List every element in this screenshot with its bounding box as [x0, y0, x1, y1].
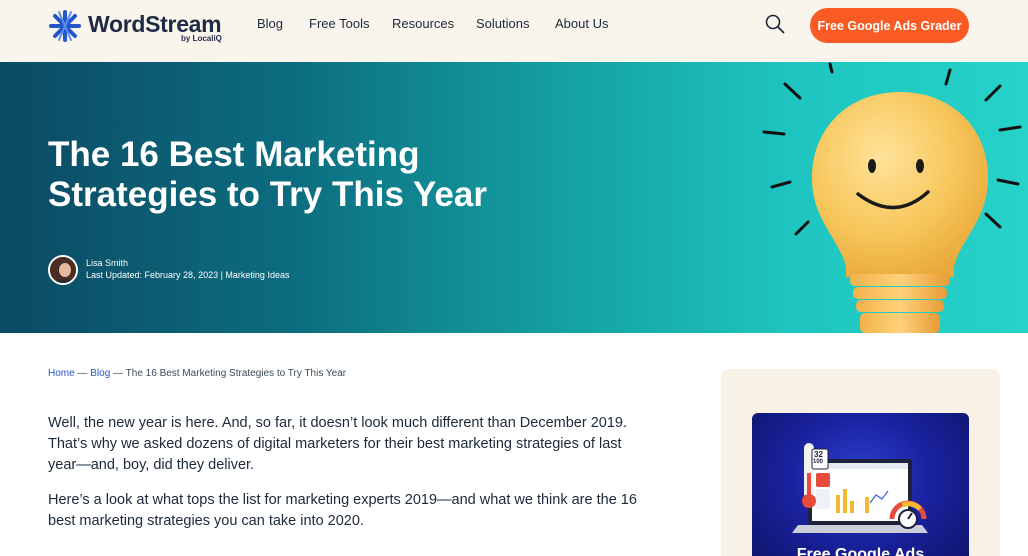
promo-score: 32	[814, 450, 823, 459]
breadcrumb-separator: —	[74, 368, 91, 379]
page-title: The 16 Best Marketing Strategies to Try …	[48, 135, 487, 214]
logo-subtext: by LocaliQ	[181, 34, 222, 43]
nav-resources[interactable]: Resources	[392, 16, 454, 31]
breadcrumb-blog[interactable]: Blog	[90, 368, 110, 379]
logo[interactable]: WordStream by LocaliQ	[48, 9, 228, 45]
author-name[interactable]: Lisa Smith	[86, 258, 128, 268]
promo-title: Free Google Ads	[796, 546, 925, 556]
hero-banner: The 16 Best Marketing Strategies to Try …	[0, 62, 1028, 333]
search-button[interactable]	[764, 13, 786, 35]
article-meta: Last Updated: February 28, 2023 | Market…	[86, 270, 290, 280]
promo-score-total: 100	[813, 459, 824, 465]
article-paragraph-2: Here’s a look at what tops the list for …	[48, 492, 637, 529]
breadcrumb-home[interactable]: Home	[48, 368, 75, 379]
site-header: WordStream by LocaliQ Blog Free Tools Re…	[0, 0, 1028, 62]
google-ads-grader-promo[interactable]: 32 100 Free Google Ads	[752, 413, 969, 556]
search-icon	[765, 14, 785, 34]
breadcrumb: Home — Blog — The 16 Best Marketing Stra…	[48, 368, 346, 379]
nav-free-tools[interactable]: Free Tools	[309, 16, 369, 31]
breadcrumb-separator: —	[110, 368, 126, 379]
grader-laptop-illustration	[792, 443, 928, 533]
author-avatar[interactable]	[48, 255, 78, 285]
article-paragraph-1: Well, the new year is here. And, so far,…	[48, 415, 627, 473]
free-google-ads-grader-button[interactable]: Free Google Ads Grader	[810, 8, 969, 43]
breadcrumb-current: The 16 Best Marketing Strategies to Try …	[125, 368, 347, 379]
sidebar: 32 100 Free Google Ads	[721, 369, 1000, 556]
nav-about-us[interactable]: About Us	[555, 16, 608, 31]
nav-blog[interactable]: Blog	[257, 16, 283, 31]
lightbulb-illustration	[762, 62, 1022, 333]
nav-solutions[interactable]: Solutions	[476, 16, 529, 31]
author-photo	[50, 257, 76, 283]
wordstream-logo-icon	[49, 10, 81, 42]
